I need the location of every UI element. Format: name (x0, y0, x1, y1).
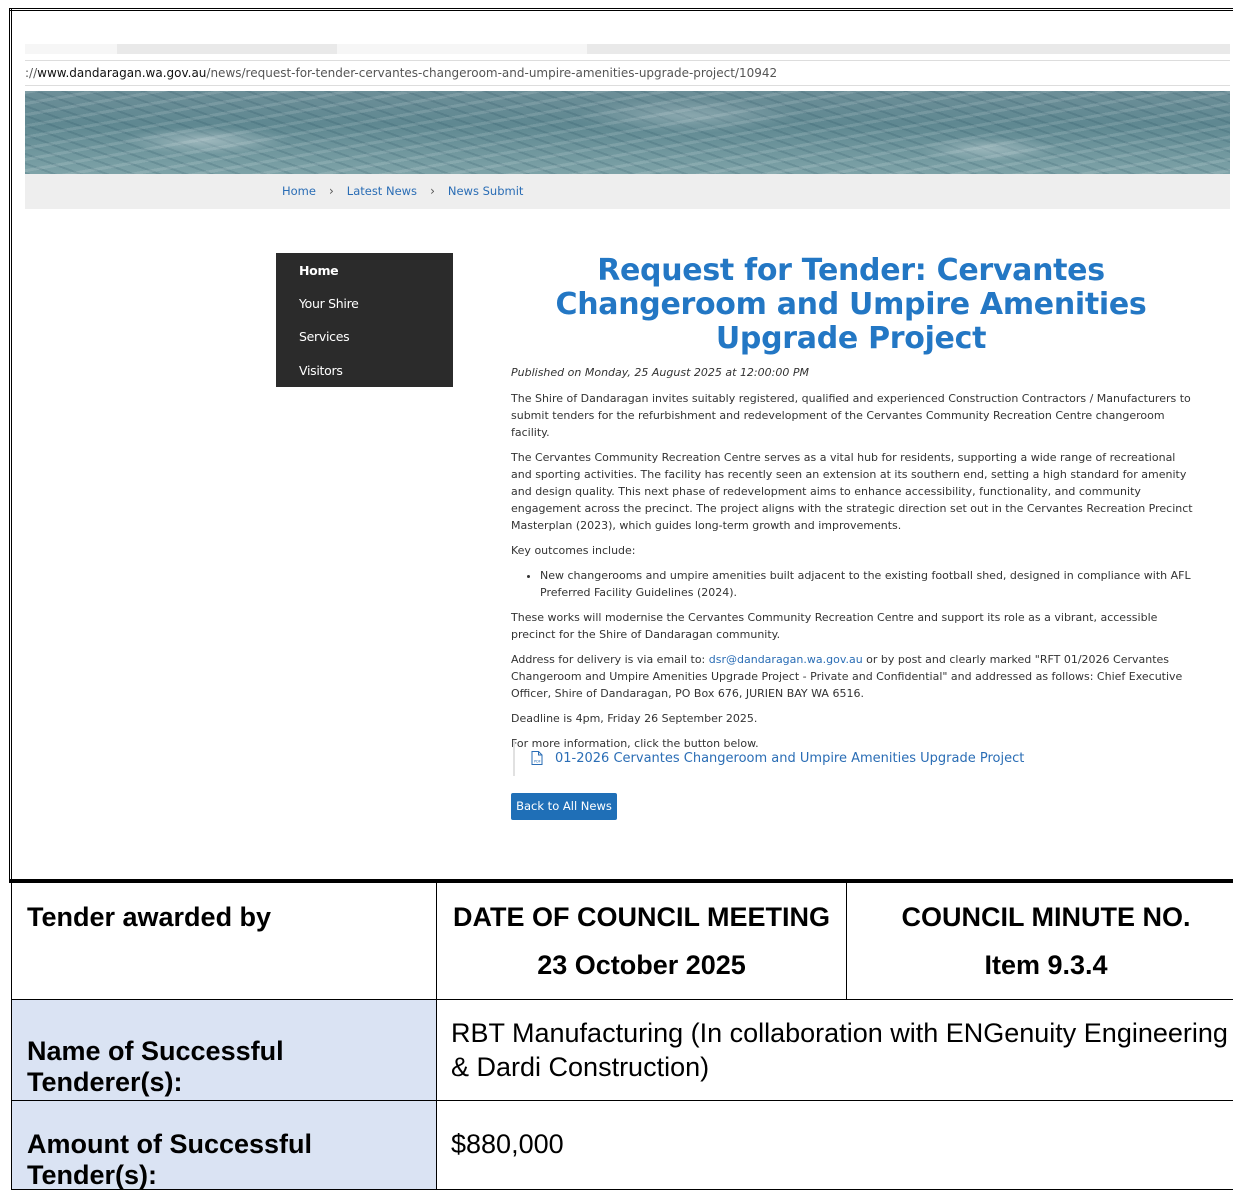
key-outcomes-list: New changerooms and umpire amenities bui… (511, 567, 1196, 601)
svg-text:PDF: PDF (534, 760, 541, 764)
url-path: /news/request-for-tender-cervantes-chang… (206, 66, 778, 80)
url-host: www.dandaragan.wa.gov.au (37, 66, 207, 80)
tender-awarded-cell: Tender awarded by (11, 882, 437, 1000)
council-date-value: 23 October 2025 (537, 950, 746, 980)
sidenav-item-visitors[interactable]: Visitors (299, 363, 343, 378)
council-minute-value: Item 9.3.4 (984, 950, 1108, 980)
breadcrumb-home[interactable]: Home (282, 184, 316, 198)
tenderer-name-value: RBT Manufacturing (In collaboration with… (451, 1018, 1228, 1082)
article-body: Published on Monday, 25 August 2025 at 1… (511, 364, 1196, 760)
sidenav-item-your-shire[interactable]: Your Shire (299, 296, 359, 311)
address-bar[interactable]: ://www.dandaragan.wa.gov.au/news/request… (25, 60, 1230, 86)
download-link[interactable]: PDF 01-2026 Cervantes Changeroom and Ump… (513, 740, 1024, 776)
tenderer-name-label: Name of Successful Tenderer(s): (27, 1036, 284, 1097)
chevron-right-icon: › (430, 184, 435, 198)
frame-top-border (9, 8, 1233, 11)
tenderer-name-value-cell: RBT Manufacturing (In collaboration with… (436, 999, 1233, 1101)
published-date: Published on Monday, 25 August 2025 at 1… (511, 366, 809, 379)
article-paragraph: These works will modernise the Cervantes… (511, 611, 1158, 641)
tender-amount-label-cell: Amount of Successful Tender(s): (11, 1100, 437, 1190)
sidenav-item-services[interactable]: Services (299, 329, 350, 344)
pdf-file-icon: PDF (531, 751, 543, 765)
breadcrumb-latest-news[interactable]: Latest News (347, 184, 417, 198)
address-text: Address for delivery is via email to: (511, 653, 709, 666)
article-paragraph: The Cervantes Community Recreation Centr… (511, 451, 1193, 532)
frame-left-border (9, 8, 12, 883)
tender-amount-label: Amount of Successful Tender(s): (27, 1129, 313, 1190)
page-title: Request for Tender: Cervantes Changeroom… (555, 253, 1147, 356)
url-prefix: :// (25, 66, 38, 80)
breadcrumb: Home › Latest News › News Submit (282, 184, 523, 198)
council-minute-cell: COUNCIL MINUTE NO. Item 9.3.4 (846, 882, 1233, 1000)
download-label: 01-2026 Cervantes Changeroom and Umpire … (555, 750, 1025, 766)
article-paragraph: The Shire of Dandaragan invites suitably… (511, 392, 1191, 439)
list-item: New changerooms and umpire amenities bui… (540, 567, 1196, 601)
council-minute-header: COUNCIL MINUTE NO. (901, 902, 1191, 932)
tender-amount-value-cell: $880,000 (436, 1100, 1233, 1190)
browser-tab[interactable] (337, 44, 587, 54)
tender-awarded-label: Tender awarded by (27, 902, 272, 932)
email-link[interactable]: dsr@dandaragan.wa.gov.au (709, 653, 863, 666)
address-paragraph: Address for delivery is via email to: ds… (511, 651, 1196, 702)
browser-tabstrip (25, 44, 1230, 54)
tender-amount-value: $880,000 (451, 1129, 564, 1159)
header-banner-image (25, 91, 1230, 174)
key-outcomes-heading: Key outcomes include: (511, 544, 636, 557)
back-to-all-news-button[interactable]: Back to All News (511, 793, 617, 820)
breadcrumb-bar: Home › Latest News › News Submit (25, 174, 1230, 209)
side-navigation: Home Your Shire Services Visitors (276, 253, 453, 387)
deadline-text: Deadline is 4pm, Friday 26 September 202… (511, 712, 758, 725)
breadcrumb-news-submit[interactable]: News Submit (448, 184, 524, 198)
tenderer-name-label-cell: Name of Successful Tenderer(s): (11, 999, 437, 1101)
sidenav-item-home[interactable]: Home (299, 263, 339, 278)
council-date-header: DATE OF COUNCIL MEETING (453, 902, 830, 932)
chevron-right-icon: › (328, 184, 334, 198)
browser-tab[interactable] (25, 44, 117, 54)
council-date-cell: DATE OF COUNCIL MEETING 23 October 2025 (436, 882, 847, 1000)
